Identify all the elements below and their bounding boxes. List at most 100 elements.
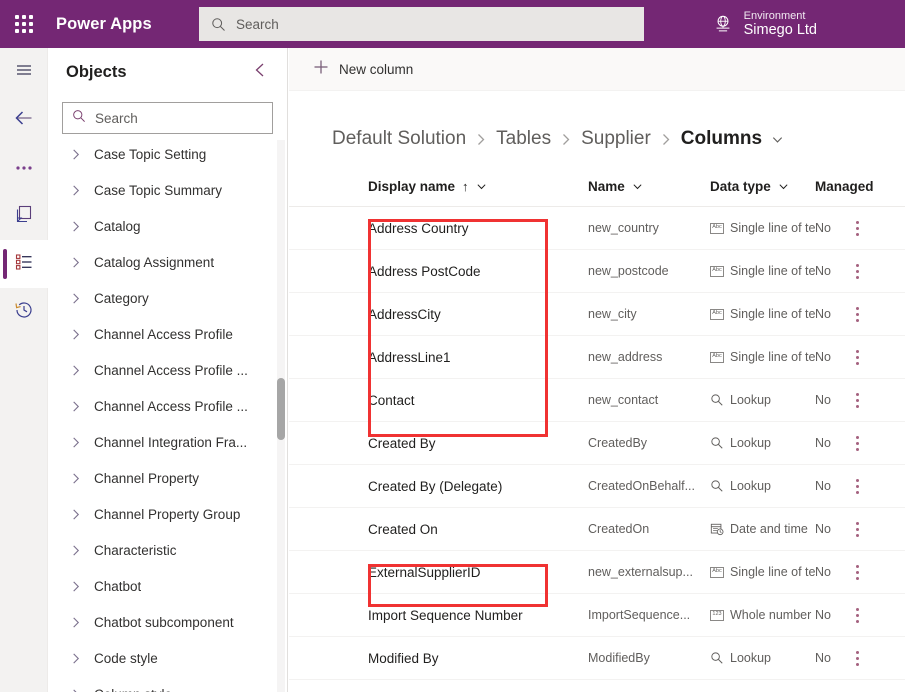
column-header-data-type[interactable]: Data type [710,179,815,194]
breadcrumb-item-supplier[interactable]: Supplier [581,128,651,150]
chevron-down-icon[interactable] [632,181,643,192]
chevron-right-icon[interactable] [70,580,88,593]
kebab-menu-icon[interactable] [847,428,867,458]
tree-item[interactable]: Channel Property [48,460,287,496]
breadcrumb-item-columns: Columns [680,128,763,149]
tree-item[interactable]: Case Topic Summary [48,172,287,208]
number-123-icon: 123 [710,609,724,621]
table-row[interactable]: Contact new_contact Lookup No [289,379,905,422]
new-column-button[interactable]: New column [305,54,421,85]
chevron-right-icon[interactable] [70,688,88,692]
kebab-menu-icon[interactable] [847,600,867,630]
rail-item-more[interactable] [0,144,48,192]
chevron-right-icon[interactable] [70,436,88,449]
objects-panel-title: Objects [66,62,127,81]
chevron-right-icon[interactable] [70,472,88,485]
cell-data-type-label: Date and time [730,522,808,536]
tree-item[interactable]: Channel Access Profile ... [48,388,287,424]
table-row[interactable]: Created By (Delegate) CreatedOnBehalf... L… [289,465,905,508]
rail-item-hamburger-menu[interactable] [0,48,48,96]
tree-item[interactable]: Catalog [48,208,287,244]
rail-item-pages[interactable] [0,192,48,240]
rail-item-recent[interactable] [0,288,48,336]
chevron-right-icon[interactable] [70,220,88,233]
kebab-menu-icon[interactable] [847,213,867,243]
chevron-right-icon[interactable] [70,508,88,521]
table-row[interactable]: AddressLine1 new_address Abc Single line of… [289,336,905,379]
breadcrumb-chevron-down-icon[interactable] [771,133,784,146]
column-header-name[interactable]: Name [588,179,710,194]
app-brand-title[interactable]: Power Apps [56,15,152,34]
rail-item-tables[interactable] [0,240,48,288]
cell-display-name: Created By (Delegate) [368,478,503,494]
kebab-menu-icon[interactable] [847,342,867,372]
chevron-right-icon[interactable] [70,544,88,557]
table-row[interactable]: Modified By ModifiedBy Lookup No [289,637,905,680]
objects-tree-scroll-thumb[interactable] [277,378,285,440]
chevron-right-icon[interactable] [70,652,88,665]
tree-item[interactable]: Channel Integration Fra... [48,424,287,460]
tree-item[interactable]: Catalog Assignment [48,244,287,280]
tree-item[interactable]: Chatbot subcomponent [48,604,287,640]
column-header-name-label: Name [588,179,625,194]
tree-item[interactable]: Case Topic Setting [48,140,287,172]
kebab-menu-icon[interactable] [847,256,867,286]
table-row[interactable]: AddressCity new_city Abc Single line of te:… [289,293,905,336]
collapse-panel-button[interactable] [249,61,271,83]
tree-item[interactable]: Channel Access Profile [48,316,287,352]
table-row[interactable]: ExternalSupplierID new_externalsup... Abc S… [289,551,905,594]
cell-data-type: Lookup [710,479,815,493]
cell-data-type: Abc Single line of te: [710,264,815,278]
table-row[interactable]: Import Sequence Number ImportSequence... 1… [289,594,905,637]
breadcrumb-item-tables[interactable]: Tables [496,128,551,150]
objects-tree-scrollbar[interactable] [277,140,285,692]
objects-search-placeholder: Search [95,110,138,126]
tree-item[interactable]: Chatbot [48,568,287,604]
chevron-right-icon[interactable] [70,184,88,197]
chevron-right-icon[interactable] [70,256,88,269]
chevron-right-icon[interactable] [70,328,88,341]
chevron-right-icon[interactable] [70,616,88,629]
tree-item[interactable]: Characteristic [48,532,287,568]
cell-schema-name: new_contact [588,393,659,407]
column-header-display-name[interactable]: Display name ↑ [368,179,588,194]
chevron-right-icon[interactable] [70,364,88,377]
calendar-clock-icon [710,522,724,536]
kebab-menu-icon[interactable] [847,514,867,544]
kebab-menu-icon[interactable] [847,643,867,673]
table-row[interactable]: Address Country new_country Abc Single line… [289,207,905,250]
tree-item[interactable]: Channel Property Group [48,496,287,532]
table-row[interactable]: Created By CreatedBy Lookup No [289,422,905,465]
table-row[interactable]: Address PostCode new_postcode Abc Single li… [289,250,905,293]
kebab-menu-icon[interactable] [847,299,867,329]
column-header-display-name-label: Display name [368,179,456,194]
rail-item-back[interactable] [0,96,48,144]
cell-data-type: Abc Single line of te: [710,307,815,321]
chevron-right-icon[interactable] [70,400,88,413]
tree-item-label: Column style [94,687,172,692]
waffle-menu-button[interactable] [0,0,48,48]
tree-item[interactable]: Column style [48,676,287,692]
cell-data-type: Abc Single line of te: [710,350,815,364]
tree-item[interactable]: Category [48,280,287,316]
tree-item-label: Case Topic Setting [94,146,207,162]
chevron-down-icon[interactable] [778,181,789,192]
kebab-menu-icon[interactable] [847,557,867,587]
tree-item[interactable]: Channel Access Profile ... [48,352,287,388]
objects-search-input[interactable]: Search [62,102,273,134]
column-header-managed[interactable]: Managed [815,179,885,194]
tree-item[interactable]: Code style [48,640,287,676]
tree-item-label: Channel Access Profile ... [94,398,248,414]
environment-selector[interactable]: Environment Simego Ltd [712,0,817,48]
cell-schema-name: new_country [588,221,659,235]
kebab-menu-icon[interactable] [847,471,867,501]
chevron-right-icon[interactable] [70,148,88,161]
chevron-right-icon[interactable] [70,292,88,305]
cell-data-type: Lookup [710,393,815,407]
table-row[interactable]: Created On CreatedOn Date and time No [289,508,905,551]
breadcrumb-item-default-solution[interactable]: Default Solution [332,128,466,150]
cell-data-type: 123 Whole number [710,608,815,622]
global-search-input[interactable]: Search [199,7,644,41]
kebab-menu-icon[interactable] [847,385,867,415]
chevron-down-icon[interactable] [476,181,487,192]
